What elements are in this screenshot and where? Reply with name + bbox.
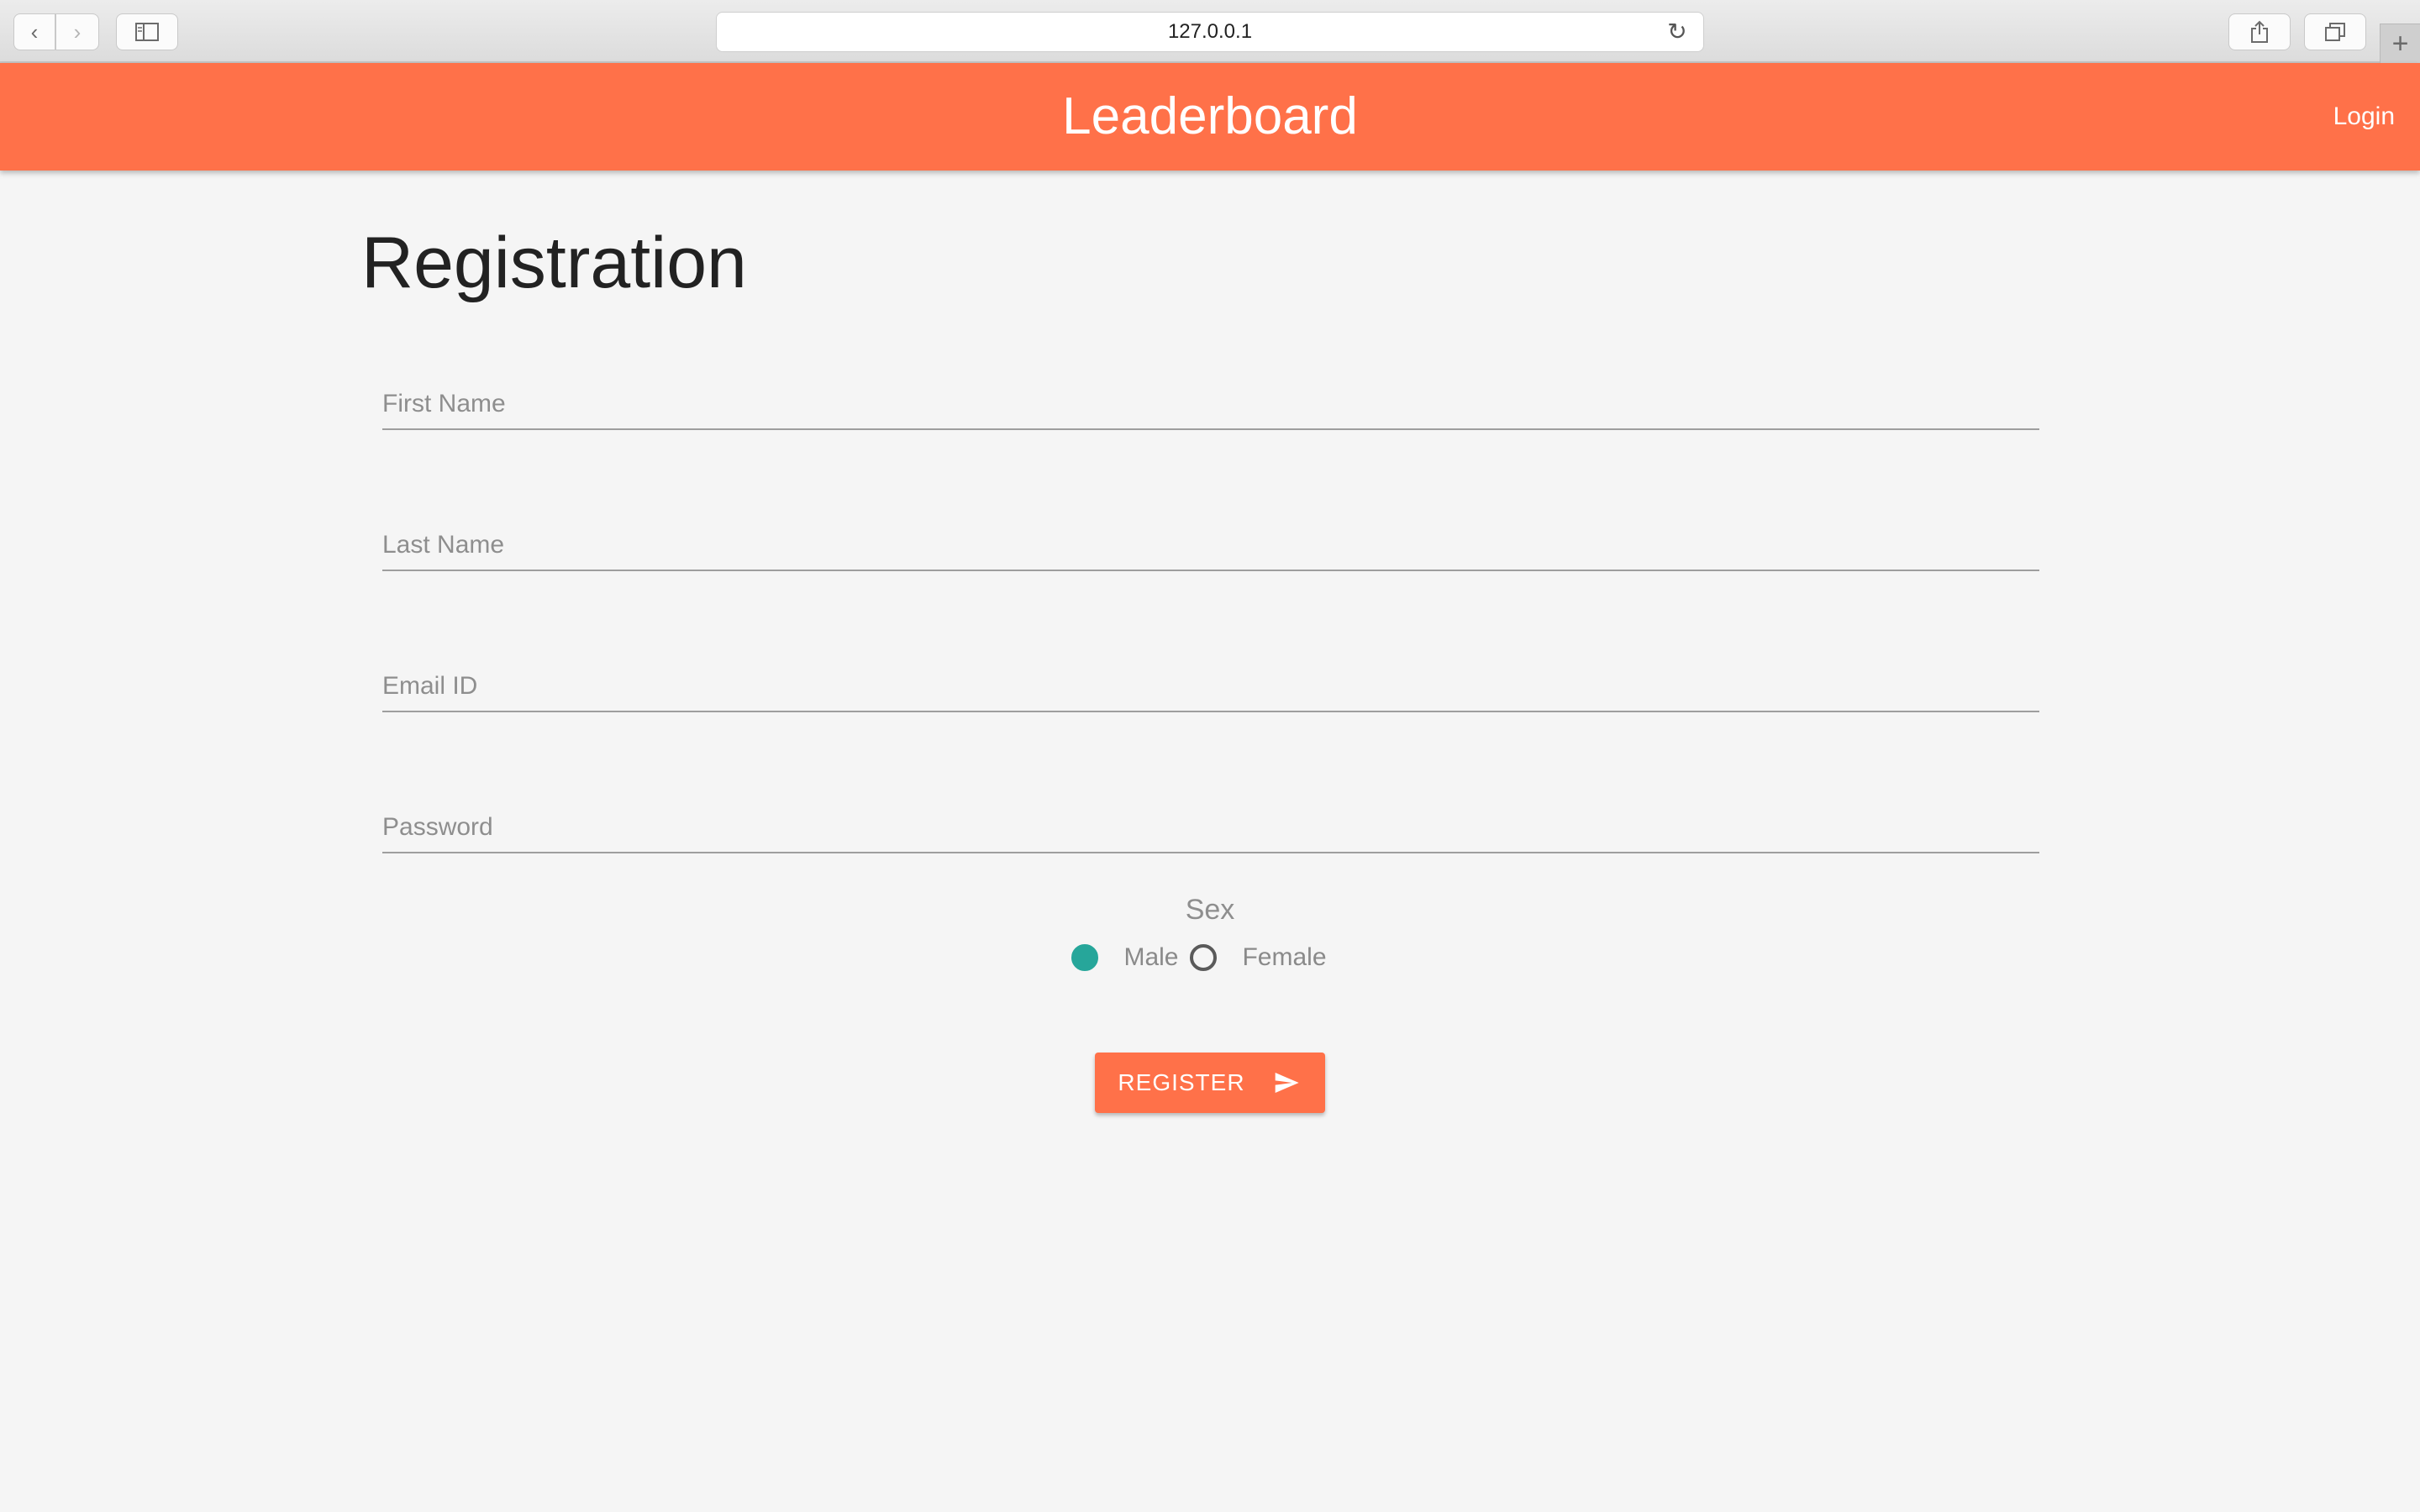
password-field [382, 803, 2039, 853]
sex-label: Sex [1185, 894, 1235, 926]
radio-female-label: Female [1242, 943, 1327, 971]
first-name-input[interactable] [382, 380, 2039, 428]
radio-checked-icon[interactable] [1071, 944, 1099, 971]
forward-button[interactable]: › [55, 13, 99, 50]
address-bar[interactable]: 127.0.0.1 ↻ [716, 12, 1704, 52]
sidebar-icon [135, 23, 159, 41]
back-button[interactable]: ‹ [13, 13, 55, 50]
tabs-icon [2325, 23, 2345, 41]
plus-icon: + [2391, 28, 2409, 60]
email-field [382, 662, 2039, 712]
share-button[interactable] [2228, 13, 2291, 50]
register-button-label: REGISTER [1118, 1069, 1245, 1095]
radio-female[interactable]: Female [1190, 943, 1338, 972]
first-name-field [382, 380, 2039, 430]
sex-radio-group: Male Female [0, 941, 2420, 974]
login-link[interactable]: Login [2333, 100, 2395, 134]
send-icon [1275, 1073, 1299, 1093]
url-text: 127.0.0.1 [1167, 20, 1253, 43]
chevron-right-icon: › [73, 18, 82, 45]
radio-male[interactable]: Male [1071, 943, 1190, 972]
browser-toolbar: ‹ › 127.0.0.1 ↻ + [0, 0, 2420, 64]
app-header: Leaderboard Login [0, 63, 2420, 171]
radio-male-label: Male [1123, 943, 1179, 971]
last-name-input[interactable] [382, 521, 2039, 570]
show-tabs-button[interactable] [2304, 13, 2366, 50]
register-button[interactable]: REGISTER [1095, 1053, 1325, 1113]
radio-unchecked-icon[interactable] [1190, 944, 1218, 971]
password-input[interactable] [382, 803, 2039, 852]
page-title: Registration [361, 223, 747, 303]
share-icon [2251, 20, 2268, 43]
chevron-left-icon: ‹ [30, 18, 39, 45]
new-tab-button[interactable]: + [2380, 24, 2420, 64]
sidebar-toggle-button[interactable] [116, 13, 178, 50]
last-name-field [382, 521, 2039, 571]
app-title: Leaderboard [1062, 87, 1358, 145]
reload-icon[interactable]: ↻ [1666, 20, 1688, 44]
email-input[interactable] [382, 662, 2039, 711]
